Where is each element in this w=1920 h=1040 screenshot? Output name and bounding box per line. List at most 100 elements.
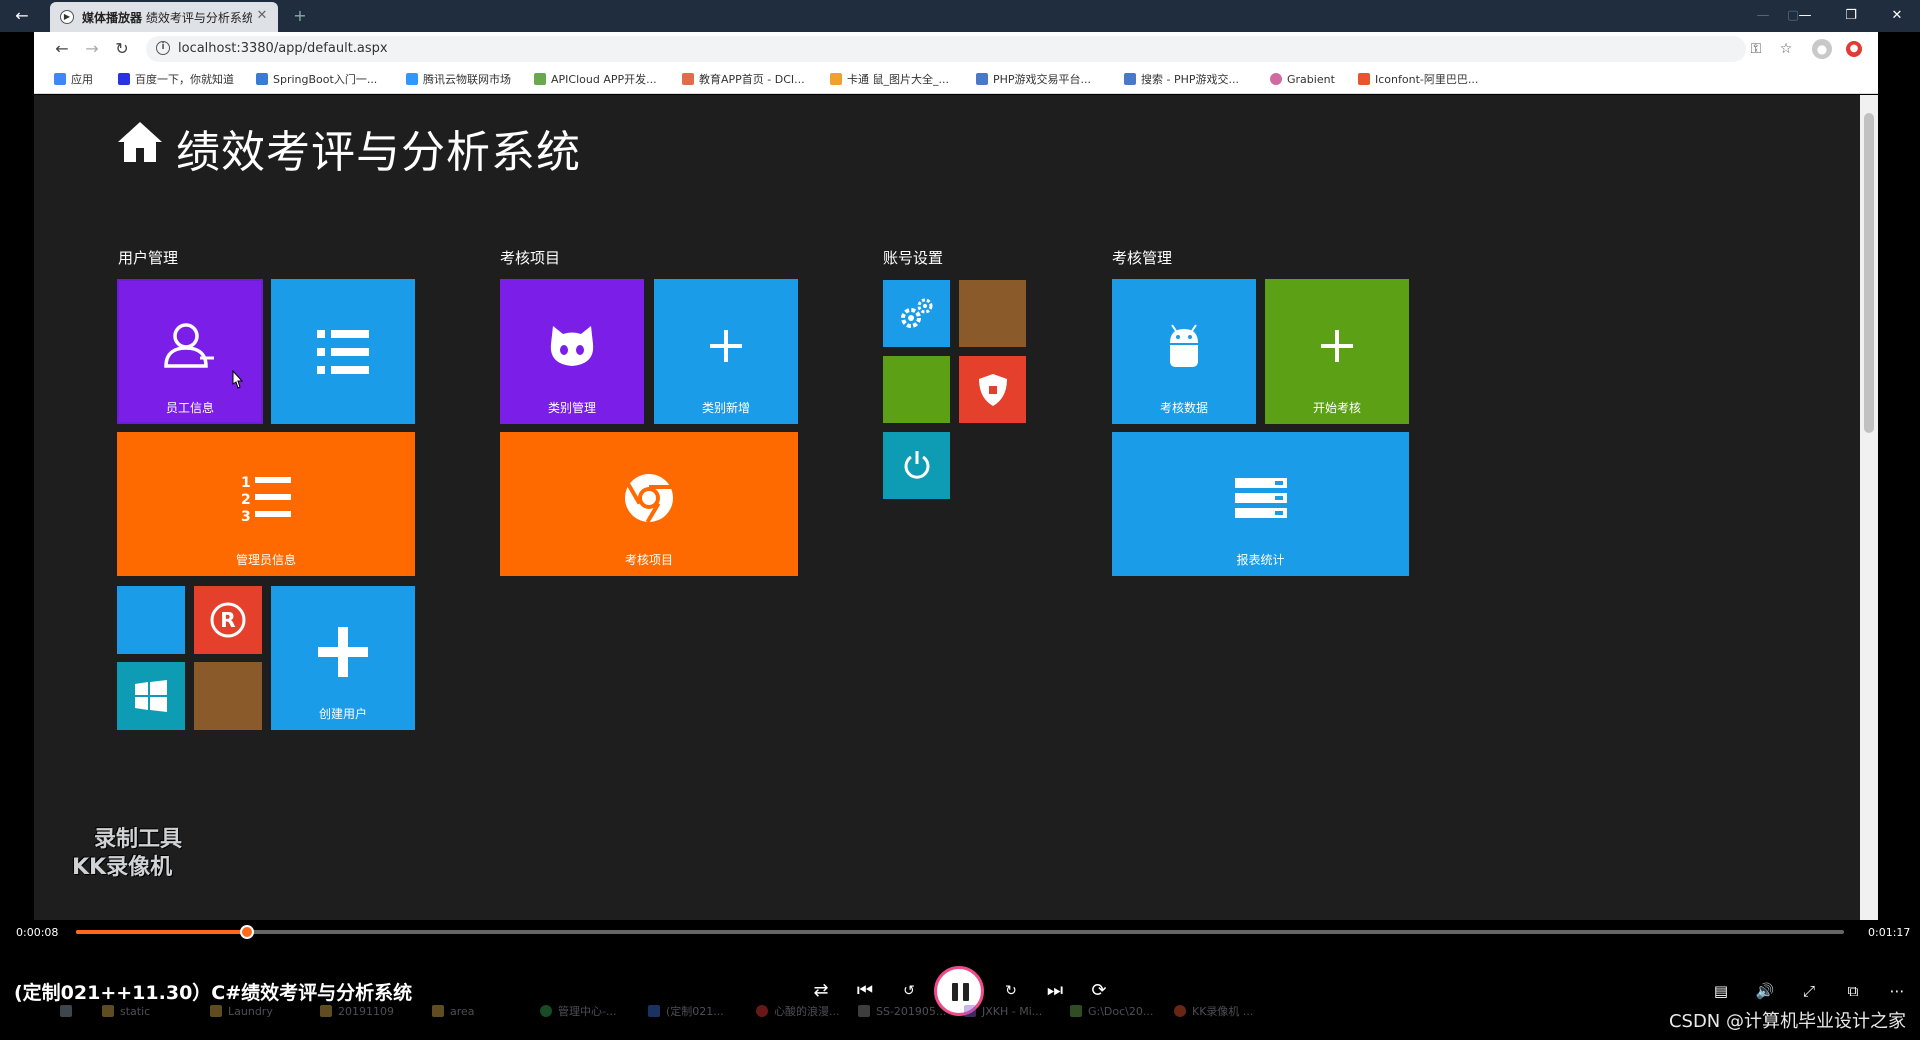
tile-staff-info[interactable]: 员工信息 [117, 279, 263, 424]
word-icon [648, 1005, 660, 1017]
taskbar-ghost: static Laundry 20191109 area 管理中心-... (定… [40, 1002, 1640, 1022]
star-icon[interactable]: ☆ [1776, 39, 1796, 59]
subtitles-icon[interactable]: ▤ [1708, 978, 1734, 1004]
close-window-button[interactable]: ✕ [1882, 4, 1912, 28]
tile-windows[interactable] [117, 662, 185, 730]
url-text: localhost:3380/app/default.aspx [178, 41, 388, 56]
repeat-off-icon[interactable]: ⟳ [1086, 978, 1112, 1004]
bookmark-item[interactable]: Grabient [1270, 72, 1335, 88]
fullscreen-icon[interactable]: ⤢ [1796, 978, 1822, 1004]
mini-view-icon[interactable]: ⧉ [1840, 978, 1866, 1004]
tile-category-manage[interactable]: 类别管理 [500, 279, 644, 424]
bookmark-item[interactable]: 应用 [54, 72, 93, 88]
rewind-10-icon[interactable]: ↺ [896, 978, 922, 1004]
bookmark-item[interactable]: Iconfont-阿里巴巴... [1358, 72, 1478, 88]
svg-text:2: 2 [241, 492, 251, 508]
tile-create-user[interactable]: 创建用户 [271, 586, 415, 730]
tile-assessment-data[interactable]: 考核数据 [1112, 279, 1256, 424]
tile-logout[interactable] [883, 432, 950, 499]
bookmark-item[interactable]: SpringBoot入门一... [256, 72, 377, 88]
more-options-icon[interactable]: ⋯ [1884, 978, 1910, 1004]
tile-category-add[interactable]: 类别新增 [654, 279, 798, 424]
tile-label: 报表统计 [1236, 553, 1285, 567]
recorder-icon [1174, 1005, 1186, 1017]
tile-report-stats[interactable]: 报表统计 [1112, 432, 1409, 576]
chrome-icon [540, 1005, 552, 1017]
total-time: 0:01:17 [1868, 926, 1911, 939]
music-icon [756, 1005, 768, 1017]
current-time: 0:00:08 [16, 926, 59, 939]
folder-icon [432, 1005, 444, 1017]
watermark-line: KK录像机 [72, 855, 173, 880]
profile-avatar-icon[interactable]: ● [1812, 39, 1832, 59]
plus-icon[interactable]: + [290, 6, 310, 26]
back-arrow-icon[interactable]: ← [12, 6, 32, 26]
home-icon[interactable] [116, 118, 164, 166]
tile-small-blue[interactable] [117, 586, 185, 654]
restore-button[interactable]: ❐ [1836, 4, 1866, 28]
previous-track-icon[interactable]: ⏮ [852, 978, 878, 1004]
reload-button[interactable]: ↻ [112, 39, 132, 59]
svg-text:1: 1 [241, 475, 251, 491]
tile-settings[interactable] [883, 280, 950, 347]
bookmark-item[interactable]: APICloud APP开发... [534, 72, 657, 88]
back-button[interactable]: ← [52, 39, 72, 59]
tile-small-brown[interactable] [959, 280, 1026, 347]
tile-label: 类别管理 [547, 401, 596, 415]
taskbar-item: JXKH - Mi... [964, 1002, 1042, 1022]
bookmark-item[interactable]: 百度一下，你就知道 [118, 72, 234, 88]
minimize-button[interactable]: — [1790, 4, 1820, 28]
bookmark-item[interactable]: 腾讯云物联网市场 [406, 72, 511, 88]
windows-icon [135, 680, 167, 712]
seek-bar[interactable] [76, 925, 1844, 939]
user-icon [164, 322, 214, 368]
bookmark-item[interactable]: 教育APP首页 - DCI... [682, 72, 805, 88]
bookmark-item[interactable]: 卡通 鼠_图片大全_... [830, 72, 949, 88]
tile-assessment-project[interactable]: 考核项目 [500, 432, 798, 576]
github-cat-icon [550, 325, 594, 366]
volume-icon[interactable]: 🔊 [1752, 978, 1778, 1004]
folder-icon [320, 1005, 332, 1017]
springboot-icon [256, 73, 268, 85]
player-top-bar: ← ▶ 媒体播放器 绩效考评与分析系统 ✕ + — ▢ — ❐ ✕ [0, 0, 1920, 32]
browser-tab[interactable]: ▶ 媒体播放器 绩效考评与分析系统 ✕ [50, 2, 278, 32]
group-label-account-settings: 账号设置 [883, 249, 944, 267]
numbered-list-icon: 1 2 3 [241, 475, 291, 523]
apicloud-icon [534, 73, 546, 85]
bookmark-item[interactable]: 搜索 - PHP游戏交... [1124, 72, 1239, 88]
power-icon [904, 450, 929, 479]
forward-button[interactable]: → [82, 39, 102, 59]
close-icon[interactable]: ✕ [254, 8, 270, 24]
address-bar[interactable]: i localhost:3380/app/default.aspx [146, 36, 1746, 62]
tile-registered[interactable]: R [194, 586, 262, 654]
page-scrollbar[interactable] [1860, 95, 1878, 920]
apps-grid-icon [54, 73, 66, 85]
shuffle-icon[interactable]: ⇄ [808, 978, 834, 1004]
android-icon [1170, 324, 1198, 367]
tile-start-assessment[interactable]: 开始考核 [1265, 279, 1409, 424]
plus-icon [318, 627, 368, 678]
recorder-watermark: 录制工具 KK录像机 [72, 826, 182, 882]
tile-user-list[interactable] [271, 279, 415, 424]
seek-bar-fill [76, 930, 248, 934]
tile-security[interactable] [959, 356, 1026, 423]
tile-small-green[interactable] [883, 356, 950, 423]
tile-label: 员工信息 [165, 401, 214, 415]
tile-small-brown[interactable] [194, 662, 262, 730]
baidu-paw-icon [118, 73, 130, 85]
shield-icon [978, 373, 1007, 406]
forward-30-icon[interactable]: ↻ [998, 978, 1024, 1004]
bookmark-item[interactable]: PHP游戏交易平台... [976, 72, 1091, 88]
next-track-icon[interactable]: ⏭ [1042, 978, 1068, 1004]
extension-icon[interactable]: ● [1846, 41, 1862, 57]
cloud-icon [406, 73, 418, 85]
iconfont-icon [1358, 73, 1370, 85]
info-icon[interactable]: i [156, 41, 170, 55]
pause-bar [963, 983, 969, 1001]
tool-icon [858, 1005, 870, 1017]
tile-label: 管理员信息 [235, 553, 296, 567]
group-label-user-management: 用户管理 [118, 249, 179, 267]
tile-admin-info[interactable]: 1 2 3 管理员信息 [117, 432, 415, 576]
key-icon[interactable]: ⚿ [1746, 39, 1766, 59]
scrollbar-thumb[interactable] [1864, 113, 1874, 433]
